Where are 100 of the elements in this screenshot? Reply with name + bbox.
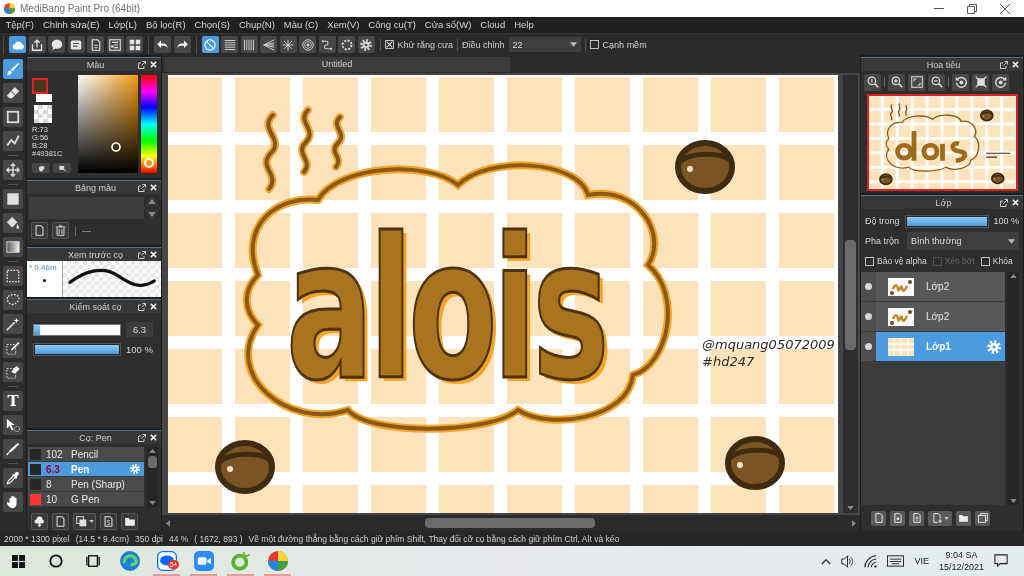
- menu-item[interactable]: Chụp(N): [234, 17, 280, 33]
- visibility-toggle[interactable]: [861, 332, 876, 361]
- pen-tool-button[interactable]: [3, 439, 23, 459]
- brush-item[interactable]: 8 Pen (Sharp): [28, 477, 144, 492]
- screen-button[interactable]: [53, 163, 71, 173]
- dashed-rectangle-tool-button[interactable]: [3, 266, 23, 286]
- scrollbar[interactable]: [843, 75, 858, 513]
- close-icon[interactable]: [150, 251, 157, 258]
- close-icon[interactable]: [150, 434, 157, 441]
- add-layer-button[interactable]: [928, 510, 952, 526]
- keyboard-icon[interactable]: [887, 555, 905, 567]
- cloud-button[interactable]: [9, 36, 26, 53]
- adjust-dropdown[interactable]: 22: [508, 37, 581, 52]
- hand-tool-button[interactable]: [3, 492, 23, 512]
- scrollbar-thumb[interactable]: [425, 518, 595, 528]
- chevron-up-icon[interactable]: [821, 557, 832, 565]
- document-tab[interactable]: Untitled: [164, 57, 510, 72]
- visibility-toggle[interactable]: [861, 272, 876, 301]
- color-field[interactable]: [78, 75, 138, 173]
- new-palette-button[interactable]: [31, 222, 48, 239]
- brush-item[interactable]: 102 Pencil: [28, 447, 144, 462]
- chat-app-icon[interactable]: [156, 551, 177, 571]
- square-outline-tool-button[interactable]: [3, 107, 23, 127]
- foreground-swatch-icon[interactable]: [32, 78, 48, 94]
- popout-icon[interactable]: [1000, 60, 1008, 69]
- clock-time[interactable]: 9:04 SA: [945, 549, 978, 561]
- palette-button[interactable]: [32, 163, 50, 173]
- note-button[interactable]: [67, 36, 85, 53]
- copy-brush-button[interactable]: [73, 513, 96, 530]
- background-swatch-icon[interactable]: [36, 94, 52, 102]
- rotate-left-button[interactable]: [952, 73, 969, 91]
- notification-icon[interactable]: [994, 554, 1008, 568]
- scroll-down-icon[interactable]: [847, 506, 854, 510]
- menu-item[interactable]: Công cụ(T): [363, 17, 421, 33]
- gradient-tool-button[interactable]: [3, 237, 23, 257]
- scroll-right-icon[interactable]: [852, 519, 856, 527]
- popout-icon[interactable]: [138, 302, 146, 311]
- menu-item[interactable]: Cửa sổ(W): [420, 17, 476, 33]
- close-icon[interactable]: [150, 61, 157, 68]
- menu-item[interactable]: Help: [509, 17, 539, 33]
- hue-thumb[interactable]: [144, 158, 154, 169]
- text-tool-button[interactable]: T: [3, 391, 23, 411]
- eraser-tool-button[interactable]: [3, 83, 23, 103]
- speech-bubble-button[interactable]: [48, 36, 65, 53]
- value-field[interactable]: 6.3: [126, 322, 153, 337]
- close-icon[interactable]: [150, 184, 157, 191]
- new-layer-button[interactable]: [871, 510, 886, 526]
- rotate-right-button[interactable]: [992, 73, 1009, 91]
- selection-eraser-tool-button[interactable]: [3, 362, 23, 382]
- menu-item[interactable]: Cloud: [475, 17, 510, 33]
- menu-item[interactable]: Chỉnh sửa(E): [38, 17, 105, 33]
- scroll-up-icon[interactable]: [1009, 274, 1017, 278]
- zoom-in-button[interactable]: [888, 73, 905, 91]
- cloud-brush-button[interactable]: [31, 513, 48, 530]
- layer-option-checkbox[interactable]: [865, 256, 874, 266]
- close-icon[interactable]: [150, 303, 157, 310]
- close-icon[interactable]: [1012, 199, 1019, 206]
- hue-slider[interactable]: [141, 75, 157, 173]
- menu-item[interactable]: Tệp(F): [1, 17, 39, 33]
- undo-button[interactable]: [154, 36, 171, 53]
- eyedropper-tool-button[interactable]: [3, 468, 23, 488]
- snap-settings-button[interactable]: [357, 36, 375, 53]
- new-text-layer-button[interactable]: [909, 510, 924, 526]
- soft-edge-checkbox[interactable]: [589, 40, 599, 49]
- scrollbar-thumb[interactable]: [845, 240, 856, 350]
- antialias-checkbox[interactable]: [384, 40, 394, 49]
- menu-item[interactable]: Xem(V): [322, 17, 364, 33]
- layer-option-checkbox[interactable]: [980, 256, 990, 266]
- fit-screen-button[interactable]: [908, 73, 925, 91]
- popout-icon[interactable]: [1000, 198, 1008, 207]
- magic-wand-tool-button[interactable]: [3, 314, 23, 334]
- brush-tool-button[interactable]: [3, 59, 23, 79]
- new-halftone-layer-button[interactable]: [890, 510, 905, 526]
- scroll-up-icon[interactable]: [148, 199, 156, 204]
- scrollbar[interactable]: [1007, 272, 1019, 505]
- zoom-reset-button[interactable]: [864, 73, 881, 91]
- share-button[interactable]: [28, 36, 46, 53]
- reset-view-button[interactable]: [972, 73, 989, 91]
- menu-item[interactable]: Màu (C): [279, 17, 323, 33]
- slider-track[interactable]: [33, 323, 121, 336]
- wifi-icon[interactable]: [864, 554, 878, 568]
- parallel-lines-snap-button[interactable]: [221, 36, 238, 53]
- panels-button[interactable]: [126, 36, 143, 53]
- folder-button[interactable]: [121, 513, 138, 530]
- scroll-down-icon[interactable]: [148, 212, 156, 217]
- close-icon[interactable]: [1012, 61, 1019, 68]
- popout-icon[interactable]: [138, 183, 146, 192]
- scroll-left-icon[interactable]: [166, 519, 170, 527]
- transparent-swatch-icon[interactable]: [34, 105, 52, 123]
- blend-mode-dropdown[interactable]: Bình thường: [907, 232, 1019, 250]
- video-camera-icon[interactable]: [193, 551, 214, 571]
- document-button[interactable]: [87, 36, 104, 53]
- visibility-toggle[interactable]: [861, 302, 876, 331]
- polyline-tool-button[interactable]: [3, 131, 23, 151]
- scrollbar-thumb[interactable]: [147, 456, 157, 468]
- vertical-lines-snap-button[interactable]: [240, 36, 258, 53]
- popout-icon[interactable]: [138, 433, 146, 442]
- new-brush-button[interactable]: [52, 513, 69, 530]
- delete-palette-button[interactable]: [52, 222, 69, 239]
- zoom-out-button[interactable]: [928, 73, 945, 91]
